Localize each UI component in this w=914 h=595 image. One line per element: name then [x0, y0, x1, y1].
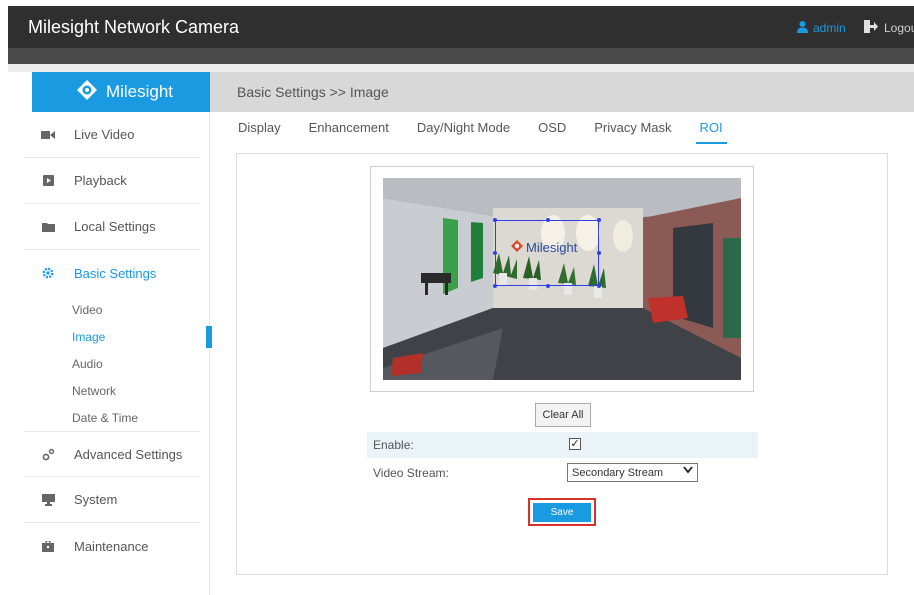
video-camera-icon — [38, 130, 58, 140]
roi-handle[interactable] — [546, 218, 550, 222]
submenu-item-date-time[interactable]: Date & Time — [24, 404, 210, 431]
save-button[interactable]: Save — [533, 502, 591, 522]
sidebar-item-label: Advanced Settings — [74, 446, 183, 462]
monitor-icon — [38, 493, 58, 506]
video-stream-row: Video Stream: Secondary Stream — [367, 460, 758, 486]
folder-icon — [38, 222, 58, 232]
user-icon — [796, 20, 809, 36]
sidebar-item-basic-settings[interactable]: Basic Settings — [24, 250, 200, 296]
basic-settings-submenu: Video Image Audio Network Date & Time — [24, 296, 212, 431]
username: admin — [813, 21, 846, 35]
video-stream-value: Secondary Stream — [572, 466, 664, 479]
gear-icon — [38, 267, 58, 279]
roi-handle[interactable] — [597, 218, 601, 222]
sidebar-item-label: System — [74, 492, 118, 507]
save-button-highlight: Save — [528, 498, 596, 526]
sidebar-item-label: Local Settings — [74, 219, 156, 234]
sidebar-item-playback[interactable]: Playback — [24, 158, 200, 204]
submenu-item-audio[interactable]: Audio — [24, 350, 210, 377]
brand-header: Milesight — [32, 72, 217, 112]
roi-handle[interactable] — [493, 218, 497, 222]
tab-roi[interactable]: ROI — [695, 120, 727, 144]
tab-display[interactable]: Display — [238, 120, 281, 144]
chevron-down-icon — [683, 465, 693, 477]
sidebar-item-label: Maintenance — [74, 538, 149, 554]
sidebar-item-live-video[interactable]: Live Video — [24, 112, 200, 158]
tab-privacy-mask[interactable]: Privacy Mask — [594, 120, 671, 144]
app-title: Milesight Network Camera — [28, 17, 240, 37]
user-menu[interactable]: admin — [796, 20, 846, 36]
header-strip-light — [8, 64, 914, 72]
clear-all-button[interactable]: Clear All — [535, 403, 591, 427]
roi-handle[interactable] — [597, 251, 601, 255]
roi-handle[interactable] — [493, 284, 497, 288]
roi-region[interactable] — [493, 218, 601, 288]
logout-link[interactable]: Logout — [864, 20, 914, 36]
tab-enhancement[interactable]: Enhancement — [309, 120, 389, 144]
top-bar: Milesight Network Camera admin Logout — [8, 6, 914, 48]
image-tabs: Display Enhancement Day/Night Mode OSD P… — [238, 120, 755, 144]
breadcrumb: Basic Settings >> Image — [237, 84, 389, 100]
sidebar-item-label: Live Video — [74, 127, 135, 142]
play-icon — [38, 175, 58, 186]
sidebar-item-label: Basic Settings — [74, 265, 157, 281]
gears-icon — [38, 448, 58, 461]
tab-osd[interactable]: OSD — [538, 120, 566, 144]
milesight-logo-icon — [76, 79, 98, 106]
roi-handle[interactable] — [597, 284, 601, 288]
brand-name: Milesight — [105, 82, 174, 101]
video-stream-select[interactable]: Secondary Stream — [567, 463, 698, 482]
sidebar-item-local-settings[interactable]: Local Settings — [24, 204, 200, 250]
sidebar-item-maintenance[interactable]: Maintenance — [24, 523, 200, 569]
roi-handle[interactable] — [546, 284, 550, 288]
sidebar-item-system[interactable]: System — [24, 477, 200, 523]
submenu-item-image[interactable]: Image — [24, 323, 212, 350]
sidebar-item-label: Playback — [74, 173, 127, 188]
enable-checkbox[interactable]: ✓ — [569, 438, 581, 450]
toolbox-icon — [38, 540, 58, 552]
submenu-item-video[interactable]: Video — [24, 296, 210, 323]
logout-label: Logout — [884, 21, 914, 35]
enable-row: Enable: ✓ — [367, 432, 758, 458]
breadcrumb-bar: Basic Settings >> Image — [210, 72, 914, 112]
tab-day-night-mode[interactable]: Day/Night Mode — [417, 120, 510, 144]
video-stream-label: Video Stream: — [373, 466, 449, 480]
logout-icon — [864, 20, 878, 36]
enable-label: Enable: — [373, 438, 414, 452]
sidebar-item-advanced-settings[interactable]: Advanced Settings — [24, 431, 200, 477]
header-strip — [8, 48, 914, 64]
sidebar-nav: Live Video Playback Local Settings Basic… — [8, 112, 212, 569]
roi-handle[interactable] — [493, 251, 497, 255]
submenu-item-network[interactable]: Network — [24, 377, 210, 404]
